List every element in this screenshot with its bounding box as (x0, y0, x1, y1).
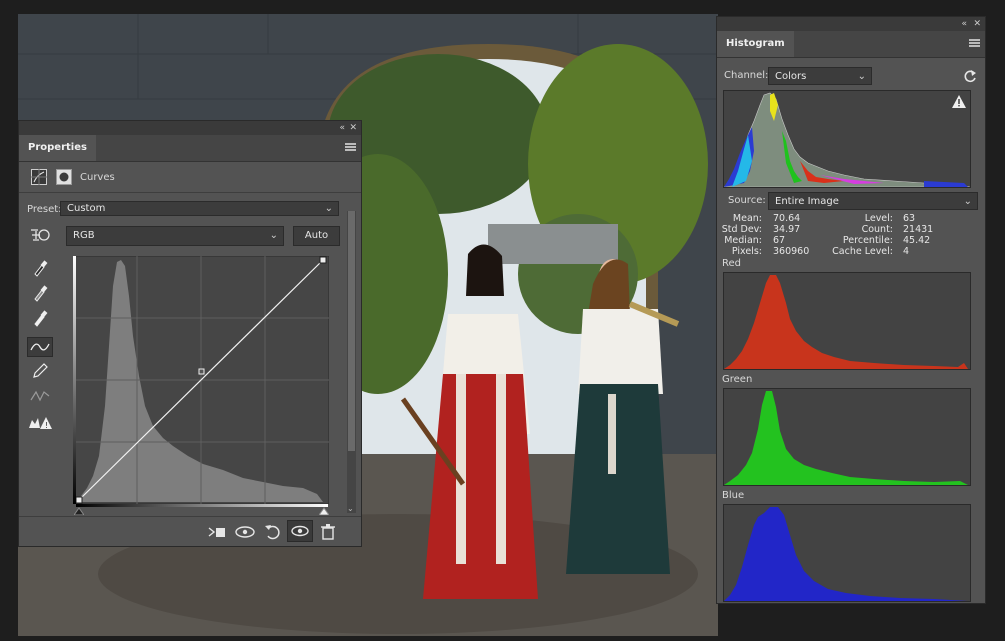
tab-histogram[interactable]: Histogram (717, 31, 794, 57)
green-channel-label: Green (722, 374, 753, 385)
red-channel-label: Red (722, 258, 741, 269)
colors-histogram-plot (724, 92, 970, 187)
channel-label: Channel: (724, 70, 769, 81)
histogram-channel-value: Colors (775, 71, 807, 82)
tab-properties[interactable]: Properties (19, 135, 96, 161)
white-point-slider[interactable] (319, 507, 329, 515)
cache-level-value: 4 (903, 246, 910, 257)
adjustment-title: Curves (80, 172, 115, 183)
preset-value: Custom (67, 203, 106, 214)
properties-tabrow: Properties (19, 135, 361, 162)
median-value: 67 (773, 235, 786, 246)
mean-label: Mean: (732, 213, 762, 224)
blue-channel-label: Blue (722, 490, 745, 501)
curve-point-black (75, 496, 83, 504)
stddev-label: Std Dev: (721, 224, 762, 235)
chevron-down-icon: ⌄ (324, 203, 333, 214)
svg-text:!: ! (45, 421, 48, 430)
delete-icon[interactable] (319, 522, 341, 542)
workspace: « ✕ Properties Curves Preset: Custom ⌄ R… (0, 0, 1005, 641)
output-gradient-bar (73, 256, 76, 504)
target-adjust-icon[interactable] (29, 226, 51, 244)
level-label: Level: (864, 213, 893, 224)
level-value: 63 (903, 213, 916, 224)
cache-level-label: Cache Level: (832, 246, 893, 257)
histogram-channel-select[interactable]: Colors ⌄ (768, 67, 872, 85)
histogram-titlebar[interactable]: « ✕ (717, 17, 985, 31)
pencil-icon[interactable] (32, 363, 48, 379)
pixels-label: Pixels: (731, 246, 762, 257)
clipping-warning-icon[interactable]: ! (28, 415, 52, 431)
scroll-down-icon[interactable]: ⌄ (347, 504, 354, 513)
visibility-button[interactable] (287, 520, 313, 542)
source-label: Source: (728, 195, 766, 206)
collapse-icon[interactable]: « (961, 17, 967, 31)
mean-value: 70.64 (773, 213, 801, 224)
black-eyedropper-icon[interactable] (32, 259, 48, 277)
percentile-value: 45.42 (903, 235, 931, 246)
properties-bottom-bar (19, 516, 361, 547)
curve-point-white (319, 256, 327, 264)
count-label: Count: (861, 224, 893, 235)
curve-points-tool[interactable] (27, 337, 53, 357)
curves-graph[interactable] (73, 256, 329, 504)
chevron-down-icon: ⌄ (963, 196, 972, 207)
close-icon[interactable]: ✕ (973, 17, 981, 31)
layer-mask-icon[interactable] (56, 169, 72, 185)
adjustment-header: Curves (19, 162, 361, 193)
stddev-value: 34.97 (773, 224, 801, 235)
green-histogram (723, 388, 971, 486)
histogram-panel: « ✕ Histogram Channel: Colors ⌄ Source: … (716, 16, 986, 604)
red-histogram (723, 272, 971, 370)
curves-adjustment-icon (31, 169, 47, 185)
chevron-down-icon: ⌄ (269, 230, 278, 241)
close-icon[interactable]: ✕ (349, 121, 357, 135)
percentile-label: Percentile: (842, 235, 893, 246)
histogram-tabrow: Histogram (717, 31, 985, 58)
input-gradient-bar (76, 504, 328, 507)
source-select[interactable]: Entire Image ⌄ (768, 192, 978, 210)
white-eyedropper-icon[interactable] (32, 309, 48, 327)
curve-points-icon (30, 343, 50, 351)
colors-histogram (723, 90, 971, 188)
properties-panel: « ✕ Properties Curves Preset: Custom ⌄ R… (18, 120, 362, 547)
black-point-slider[interactable] (74, 507, 84, 515)
auto-button[interactable]: Auto (293, 226, 340, 246)
reset-icon[interactable] (263, 522, 285, 542)
clip-to-layer-icon[interactable] (207, 522, 229, 542)
pixels-value: 360960 (773, 246, 810, 257)
curve-point-mid (198, 368, 205, 375)
properties-titlebar[interactable]: « ✕ (19, 121, 361, 135)
median-label: Median: (724, 235, 762, 246)
scrollbar-thumb[interactable] (348, 211, 355, 451)
source-value: Entire Image (775, 196, 839, 207)
gray-eyedropper-icon[interactable] (32, 284, 48, 302)
collapse-icon[interactable]: « (339, 121, 345, 135)
smooth-icon[interactable] (30, 388, 50, 404)
chevron-down-icon: ⌄ (857, 71, 866, 82)
visibility-icon (291, 525, 309, 537)
channel-select[interactable]: RGB ⌄ (66, 226, 284, 246)
count-value: 21431 (903, 224, 934, 235)
preset-label: Preset: (27, 204, 62, 215)
blue-histogram (723, 504, 971, 602)
warning-icon (952, 95, 966, 108)
panel-menu-icon[interactable] (345, 143, 356, 151)
view-previous-icon[interactable] (234, 522, 256, 542)
preset-select[interactable]: Custom ⌄ (60, 201, 339, 216)
panel-scrollbar[interactable]: ⌄ (347, 211, 356, 513)
panel-menu-icon[interactable] (969, 39, 980, 47)
channel-value: RGB (73, 230, 95, 241)
refresh-icon[interactable] (963, 69, 977, 83)
